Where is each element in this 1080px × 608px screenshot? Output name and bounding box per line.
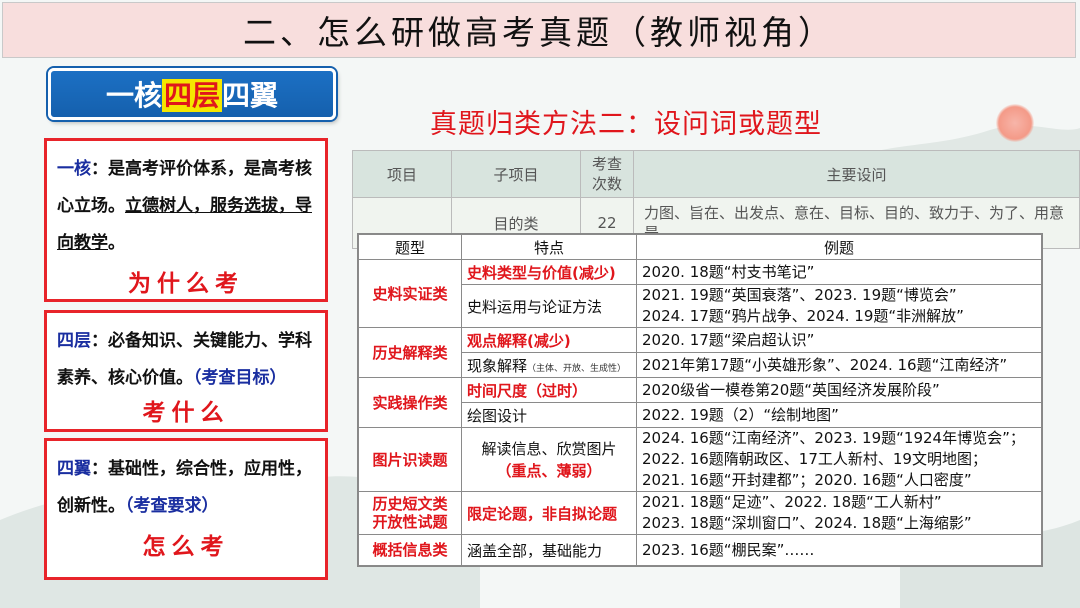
badge-yihe-sice-siyi: 一核四层四翼: [48, 68, 336, 120]
question-type-table: 题型 特点 例题 史料实证类 史料类型与价值(减少) 2020. 18题“村支书…: [358, 234, 1042, 566]
box-yihe-keyword: 一核: [57, 159, 91, 179]
badge-text: 一核四层四翼: [106, 74, 278, 114]
feature-text: 解读信息、欣赏图片: [481, 439, 617, 458]
feature-cell: 史料类型与价值(减少): [461, 259, 637, 285]
table-row: 绘图设计 2022. 19题（2）“绘制地图”: [359, 402, 1042, 428]
table-header-row: 题型 特点 例题: [358, 234, 1042, 260]
example-cell: 2022. 19题（2）“绘制地图”: [636, 402, 1042, 428]
header-cell: 题型: [358, 234, 462, 260]
page-title: 二、怎么研做高考真题（教师视角）: [243, 13, 835, 52]
table-row: 史料实证类 史料类型与价值(减少) 2020. 18题“村支书笔记”: [358, 259, 1042, 328]
category-cell: 历史解释类: [358, 327, 462, 378]
page-title-bar: 二、怎么研做高考真题（教师视角）: [2, 2, 1076, 58]
bg-header-cell: 项目: [352, 150, 452, 198]
feature-cell: 时间尺度（过时）: [461, 377, 637, 403]
category-cell: 史料实证类: [358, 259, 462, 328]
box-siyi-keyword: 四翼: [57, 459, 91, 479]
category-cell: 概括信息类: [358, 534, 462, 566]
example-line: 2020. 18题“村支书笔记”: [642, 262, 815, 281]
example-line: 2021. 16题“开封建都”；2020. 16题“人口密度”: [642, 471, 972, 489]
table-row: 历史短文类开放性试题 限定论题，非自拟论题 2021. 18题“足迹”、2022…: [358, 491, 1042, 535]
example-line: 2024. 17题“鸦片战争、2024. 19题“非洲解放”: [642, 307, 964, 325]
feature-cell: 观点解释(减少): [461, 327, 637, 353]
feature-cell: 限定论题，非自拟论题: [461, 491, 637, 535]
example-line: 2021. 18题“足迹”、2022. 18题“工人新村”: [642, 493, 942, 511]
table-row: 历史解释类 观点解释(减少) 2020. 17题“梁启超认识”: [358, 327, 1042, 378]
box-siyi-question: 怎么考: [142, 533, 230, 560]
example-cell: 2020. 18题“村支书笔记”: [636, 259, 1042, 285]
example-line: 2021年第17题“小英雄形象”、2024. 16题“江南经济”: [642, 355, 1008, 374]
box-sice-note: （考查目标）: [193, 368, 287, 388]
example-cell: 2020级省一模卷第20题“英国经济发展阶段”: [636, 377, 1042, 403]
red-sun-decoration: [996, 104, 1034, 142]
example-line: 2022. 16题隋朝政区、17工人新村、19文明地图；: [642, 450, 987, 468]
example-cell: 2023. 16题“棚民案”……: [636, 534, 1042, 566]
example-line: 2022. 19题（2）“绘制地图”: [642, 405, 839, 424]
box-sice: 四层：必备知识、关键能力、学科素养、核心价值。（考查目标） 考什么: [44, 310, 328, 432]
example-cell: 2021年第17题“小英雄形象”、2024. 16题“江南经济”: [636, 352, 1042, 378]
example-line: 2021. 19题“英国衰落”、2023. 19题“博览会”: [642, 286, 957, 304]
feature-cell: 现象解释（主体、开放、生成性）: [461, 352, 637, 378]
table-row: 现象解释（主体、开放、生成性） 2021年第17题“小英雄形象”、2024. 1…: [359, 352, 1042, 378]
table-row: 史料运用与论证方法 2021. 19题“英国衰落”、2023. 19题“博览会”…: [359, 284, 1042, 328]
feature-cell: 解读信息、欣赏图片 （重点、薄弱）: [461, 427, 637, 492]
box-sice-keyword: 四层: [57, 331, 91, 351]
box-siyi: 四翼：基础性，综合性，应用性，创新性。（考查要求） 怎么考: [44, 438, 328, 580]
example-cell: 2021. 19题“英国衰落”、2023. 19题“博览会” 2024. 17题“…: [636, 284, 1042, 328]
box-sice-question: 考什么: [142, 399, 230, 426]
feature-text: 现象解释: [467, 356, 528, 375]
box-siyi-note: （考查要求）: [125, 496, 219, 516]
example-line: 2020. 17题“梁启超认识”: [642, 330, 815, 349]
example-cell: 2020. 17题“梁启超认识”: [636, 327, 1042, 353]
box-yihe-text: 一核：是高考评价体系，是高考核心立场。立德树人，服务选拔，导向教学。: [57, 151, 315, 262]
category-cell: 图片识读题: [358, 427, 462, 492]
header-cell: 例题: [636, 234, 1042, 260]
table-row: 图片识读题 解读信息、欣赏图片 （重点、薄弱） 2024. 16题“江南经济”、2…: [358, 427, 1042, 492]
badge-highlight: 四层: [161, 79, 222, 112]
example-line: 2023. 18题“深圳窗口”、2024. 18题“上海缩影”: [642, 514, 972, 532]
feature-emphasis: （重点、薄弱）: [496, 461, 602, 480]
box-yihe-tail: 。: [108, 233, 125, 253]
header-cell: 特点: [461, 234, 637, 260]
box-yihe-question: 为什么考: [128, 270, 244, 297]
background-table-header: 项目 子项目 考查次数 主要设问: [352, 150, 1080, 198]
box-yihe: 一核：是高考评价体系，是高考核心立场。立德树人，服务选拔，导向教学。 为什么考: [44, 138, 328, 302]
badge-post: 四翼: [222, 79, 279, 112]
section-heading: 真题归类方法二：设问词或题型: [430, 109, 822, 140]
example-line: 2020级省一模卷第20题“英国经济发展阶段”: [642, 380, 940, 399]
bg-header-cell: 主要设问: [633, 150, 1080, 198]
bg-header-cell: 子项目: [451, 150, 581, 198]
category-cell: 实践操作类: [358, 377, 462, 428]
category-cell: 历史短文类开放性试题: [358, 491, 462, 535]
example-cell: 2021. 18题“足迹”、2022. 18题“工人新村” 2023. 18题“深…: [636, 491, 1042, 535]
example-cell: 2024. 16题“江南经济”、2023. 19题“1924年博览会”； 2022…: [636, 427, 1042, 492]
table-row: 实践操作类 时间尺度（过时） 2020级省一模卷第20题“英国经济发展阶段”: [358, 377, 1042, 428]
feature-cell: 史料运用与论证方法: [461, 284, 637, 328]
feature-cell: 绘图设计: [461, 402, 637, 428]
example-line: 2023. 16题“棚民案”……: [642, 540, 815, 559]
example-line: 2024. 16题“江南经济”、2023. 19题“1924年博览会”；: [642, 429, 1025, 447]
badge-pre: 一核: [105, 79, 162, 112]
table-row: 概括信息类 涵盖全部，基础能力 2023. 16题“棚民案”……: [358, 534, 1042, 566]
feature-cell: 涵盖全部，基础能力: [461, 534, 637, 566]
bg-header-cell: 考查次数: [580, 150, 634, 198]
feature-small-note: （主体、开放、生成性）: [527, 363, 627, 374]
box-siyi-text: 四翼：基础性，综合性，应用性，创新性。（考查要求）: [57, 451, 315, 525]
box-sice-text: 四层：必备知识、关键能力、学科素养、核心价值。（考查目标）: [57, 323, 315, 397]
